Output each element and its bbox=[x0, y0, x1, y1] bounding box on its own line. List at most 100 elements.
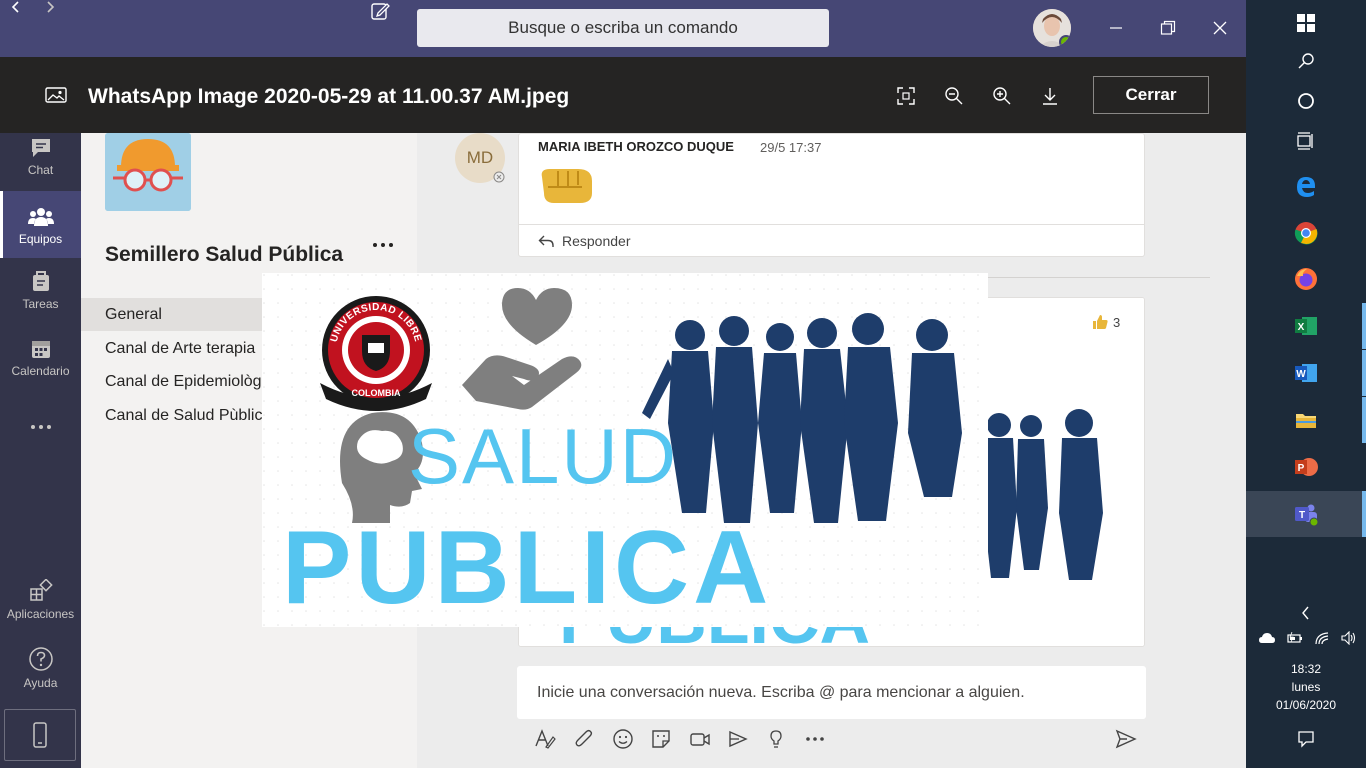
meet-now-button[interactable] bbox=[688, 727, 712, 751]
zoom-in-button[interactable] bbox=[989, 83, 1015, 109]
back-button[interactable] bbox=[9, 0, 23, 14]
university-seal-logo: UNIVERSIDAD LIBRE COLOMBIA bbox=[320, 296, 432, 411]
chevron-right-icon bbox=[47, 1, 55, 13]
taskbar-powerpoint[interactable]: P bbox=[1246, 444, 1366, 490]
zoom-out-button[interactable] bbox=[941, 83, 967, 109]
restore-icon bbox=[1160, 20, 1176, 35]
user-avatar[interactable] bbox=[1033, 9, 1071, 47]
message-timestamp: 29/5 17:37 bbox=[760, 140, 822, 155]
teams-app-icon: T bbox=[1295, 504, 1319, 526]
notification-icon bbox=[1298, 731, 1314, 748]
running-indicator bbox=[1362, 397, 1366, 443]
more-options-button[interactable] bbox=[803, 727, 827, 751]
sticker-icon bbox=[652, 730, 670, 748]
action-center-button[interactable] bbox=[1246, 716, 1366, 762]
compose-box[interactable]: Inicie una conversación nueva. Escriba @… bbox=[517, 666, 1146, 719]
chevron-left-icon bbox=[11, 1, 19, 13]
channel-label: General bbox=[105, 305, 162, 323]
taskbar-edge[interactable] bbox=[1246, 163, 1366, 209]
download-icon bbox=[1043, 88, 1057, 105]
get-mobile-app-button[interactable] bbox=[4, 709, 76, 761]
minimize-icon bbox=[1110, 27, 1122, 29]
restore-button[interactable] bbox=[1154, 14, 1182, 42]
svg-text:P: P bbox=[1298, 463, 1305, 474]
more-icon bbox=[806, 737, 824, 741]
stream-button[interactable] bbox=[726, 727, 750, 751]
reply-button[interactable]: Responder bbox=[518, 224, 1145, 257]
sticker-button[interactable] bbox=[649, 727, 673, 751]
reply-arrow-icon bbox=[538, 235, 554, 247]
clock-day: lunes bbox=[1291, 680, 1321, 694]
mobile-phone-icon bbox=[33, 722, 47, 748]
more-apps-button[interactable] bbox=[0, 415, 81, 439]
format-button[interactable] bbox=[533, 727, 557, 751]
svg-text:X: X bbox=[1298, 322, 1305, 333]
praise-button[interactable] bbox=[764, 727, 788, 751]
rail-item-help[interactable]: Ayuda bbox=[0, 646, 81, 698]
more-icon bbox=[30, 425, 51, 429]
zoom-out-icon bbox=[945, 87, 963, 105]
more-icon bbox=[373, 243, 393, 247]
fit-to-screen-button[interactable] bbox=[893, 83, 919, 109]
attach-button[interactable] bbox=[572, 727, 596, 751]
channel-label: Canal de Arte terapia bbox=[105, 339, 256, 357]
rail-item-calendar[interactable]: Calendario bbox=[0, 338, 81, 390]
onedrive-cloud-icon[interactable] bbox=[1258, 632, 1276, 644]
system-tray bbox=[1252, 629, 1362, 647]
like-count[interactable]: 3 bbox=[1091, 313, 1120, 331]
taskbar-clock[interactable]: 18:32 lunes 01/06/2020 bbox=[1246, 660, 1366, 714]
stream-icon bbox=[729, 730, 748, 748]
task-view-button[interactable] bbox=[1246, 118, 1366, 164]
cortana-circle-icon bbox=[1298, 93, 1314, 109]
running-indicator bbox=[1362, 491, 1366, 537]
rail-item-chat[interactable]: Chat bbox=[0, 137, 81, 189]
close-viewer-button[interactable]: Cerrar bbox=[1093, 76, 1209, 114]
running-indicator bbox=[1362, 350, 1366, 396]
team-name: Semillero Salud Pública bbox=[105, 243, 344, 266]
presence-available-icon bbox=[1059, 35, 1071, 47]
send-button[interactable] bbox=[1114, 727, 1138, 751]
svg-text:PUBLICA: PUBLICA bbox=[282, 510, 772, 626]
presence-offline-icon bbox=[493, 171, 505, 183]
rail-item-apps[interactable]: Aplicaciones bbox=[0, 579, 81, 631]
clock-date: 01/06/2020 bbox=[1275, 698, 1337, 712]
search-icon bbox=[1298, 53, 1314, 69]
taskbar-firefox[interactable] bbox=[1246, 256, 1366, 302]
help-icon bbox=[28, 647, 53, 671]
channel-label: Canal de Epidemiològ bbox=[105, 372, 262, 390]
rail-item-teams[interactable]: Equipos bbox=[0, 191, 81, 258]
forward-button[interactable] bbox=[43, 0, 57, 14]
taskbar-word[interactable]: W bbox=[1246, 350, 1366, 396]
format-icon bbox=[535, 729, 556, 749]
new-chat-button[interactable] bbox=[369, 0, 391, 22]
message-author: MARIA IBETH OROZCO DUQUE bbox=[538, 139, 734, 154]
minimize-button[interactable] bbox=[1102, 14, 1130, 42]
thumbs-up-icon bbox=[1093, 315, 1108, 329]
emoji-button[interactable] bbox=[611, 727, 635, 751]
clock-time: 18:32 bbox=[1290, 662, 1322, 676]
close-window-button[interactable] bbox=[1206, 14, 1234, 42]
search-input[interactable]: Busque o escriba un comando bbox=[417, 9, 829, 47]
apps-icon bbox=[29, 579, 53, 601]
volume-icon[interactable] bbox=[1340, 631, 1357, 645]
chevron-left-icon bbox=[1302, 606, 1309, 620]
taskbar-teams[interactable]: T bbox=[1246, 491, 1366, 537]
powerpoint-icon: P bbox=[1295, 458, 1318, 476]
edge-browser-icon bbox=[1297, 177, 1315, 197]
fist-emoji-icon bbox=[538, 163, 594, 207]
taskbar-excel[interactable]: X bbox=[1246, 303, 1366, 349]
rail-label-chat: Chat bbox=[27, 163, 54, 177]
team-logo bbox=[105, 133, 191, 211]
viewed-image: UNIVERSIDAD LIBRE COLOMBIA SALUD PUBLICA bbox=[262, 273, 988, 627]
fit-screen-icon bbox=[897, 87, 915, 105]
image-file-icon bbox=[45, 86, 67, 104]
team-options-button[interactable] bbox=[372, 242, 394, 248]
battery-icon[interactable] bbox=[1286, 632, 1303, 644]
download-button[interactable] bbox=[1037, 83, 1063, 109]
rail-item-assignments[interactable]: Tareas bbox=[0, 269, 81, 321]
assignments-icon bbox=[32, 271, 49, 291]
taskbar-file-explorer[interactable] bbox=[1246, 397, 1366, 443]
people-silhouettes bbox=[642, 313, 962, 523]
taskbar-chrome[interactable] bbox=[1246, 210, 1366, 256]
wifi-icon[interactable] bbox=[1314, 631, 1330, 645]
